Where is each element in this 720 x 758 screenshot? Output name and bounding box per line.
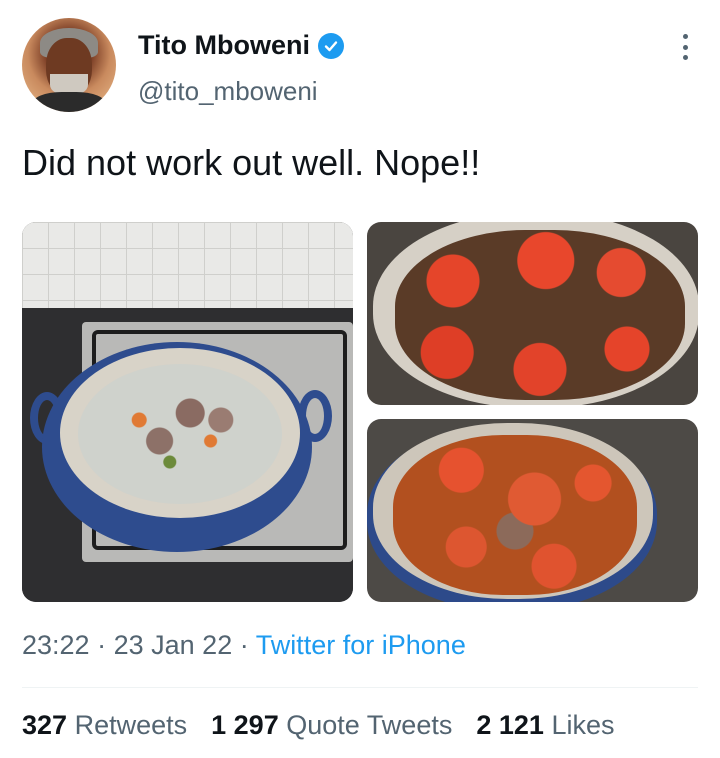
quote-tweets-stat[interactable]: 1 297 Quote Tweets	[211, 710, 452, 741]
tweet-source-link[interactable]: Twitter for iPhone	[256, 630, 466, 660]
retweets-label: Retweets	[74, 710, 188, 740]
likes-label: Likes	[551, 710, 615, 740]
quote-tweets-label: Quote Tweets	[286, 710, 453, 740]
avatar[interactable]	[22, 18, 116, 112]
tweet-meta: 23:22 · 23 Jan 22 · Twitter for iPhone	[22, 630, 466, 661]
likes-count: 2 121	[476, 710, 544, 740]
tweet-time[interactable]: 23:22	[22, 630, 90, 660]
likes-stat[interactable]: 2 121 Likes	[476, 710, 614, 741]
meta-separator: ·	[97, 630, 107, 660]
more-options-icon[interactable]	[680, 34, 690, 60]
quote-tweets-count: 1 297	[211, 710, 279, 740]
tweet-header: Tito Mboweni @tito_mboweni	[22, 18, 702, 118]
meta-separator: ·	[239, 630, 249, 660]
tweet-text: Did not work out well. Nope!!	[22, 142, 481, 183]
author-handle[interactable]: @tito_mboweni	[138, 76, 318, 107]
divider	[22, 687, 698, 688]
photo-stew-cooked-sauce[interactable]	[367, 419, 698, 602]
retweets-stat[interactable]: 327 Retweets	[22, 710, 187, 741]
author-name-row[interactable]: Tito Mboweni	[138, 30, 344, 61]
author-name[interactable]: Tito Mboweni	[138, 30, 310, 61]
photo-stew-pot-on-stove[interactable]	[22, 222, 353, 602]
media-grid	[22, 222, 698, 602]
tweet-date[interactable]: 23 Jan 22	[114, 630, 233, 660]
photo-stew-with-tomatoes[interactable]	[367, 222, 698, 405]
retweets-count: 327	[22, 710, 68, 740]
tweet-stats: 327 Retweets 1 297 Quote Tweets 2 121 Li…	[22, 710, 614, 741]
verified-badge-icon	[317, 32, 344, 59]
